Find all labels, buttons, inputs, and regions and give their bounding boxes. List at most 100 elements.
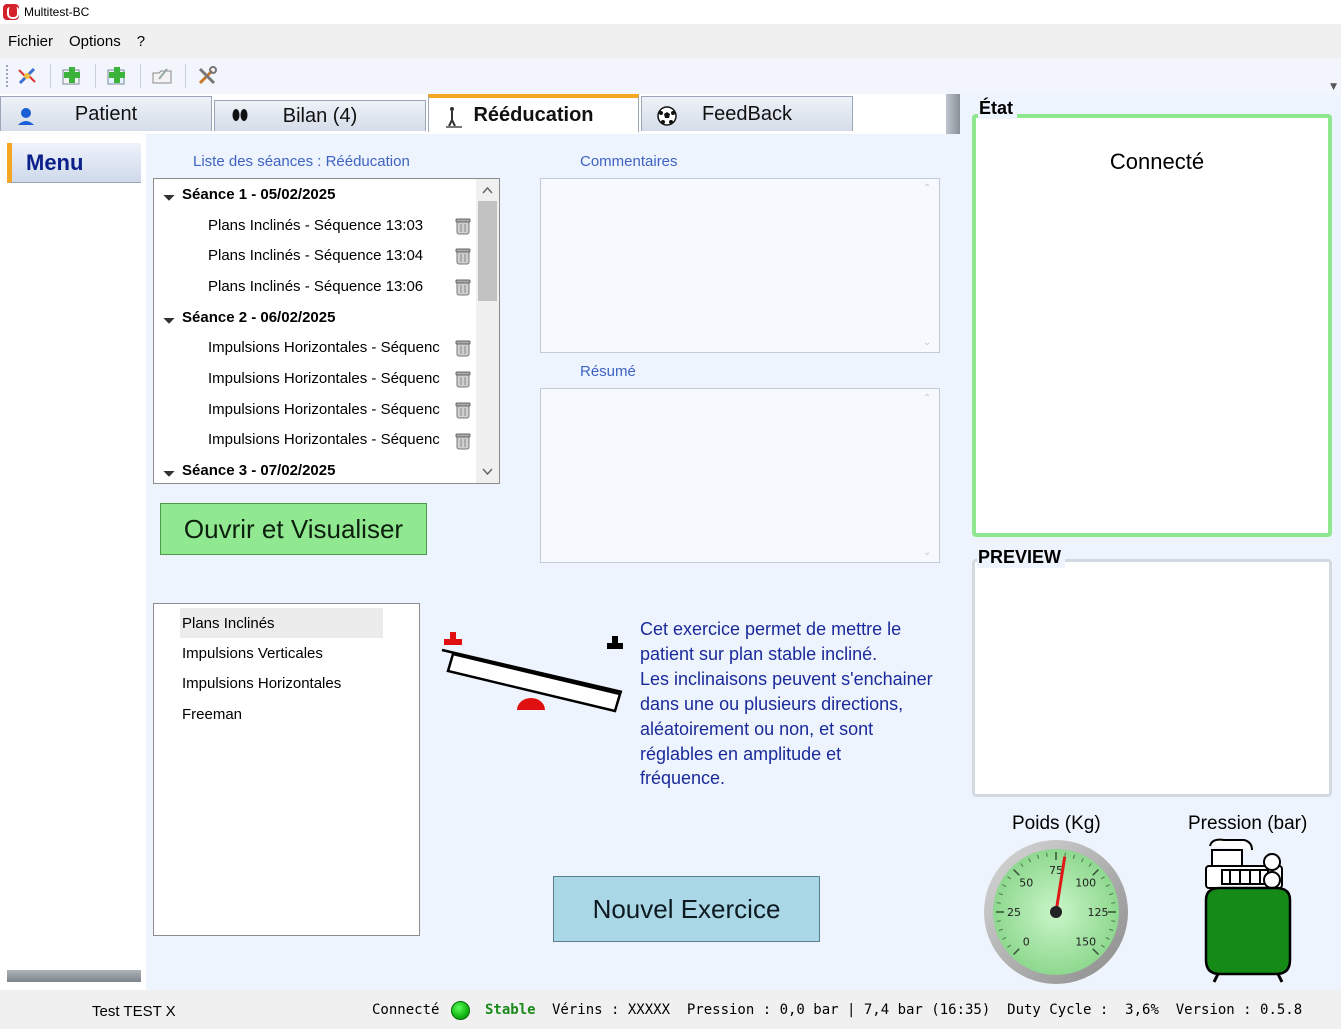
description-line: réglables en amplitude et (640, 743, 842, 764)
description-line: Les inclinaisons peuvent s'enchainer (640, 668, 933, 689)
new-exercise-button[interactable]: Nouvel Exercice (553, 876, 820, 942)
resume-scrollbar[interactable]: ⌃ ⌄ (917, 389, 939, 562)
etat-title: État (978, 98, 1018, 119)
stability-status: Stable (485, 1002, 536, 1018)
open-folder-icon[interactable] (149, 63, 175, 89)
scroll-up-icon: ⌃ (923, 393, 932, 404)
description-line: Cet exercice permet de mettre le (640, 619, 902, 639)
session-list-title: Liste des séances : Rééducation (193, 153, 410, 170)
poids-label: Poids (Kg) (1012, 813, 1101, 834)
status-bar: Test TEST X Connecté Stable Vérins : XXX… (0, 990, 1341, 1029)
description-line: patient sur plan stable incliné. (640, 643, 878, 664)
session-group[interactable]: Séance 1 - 05/02/2025 (154, 179, 475, 210)
session-group[interactable]: Séance 3 - 07/02/2025 (154, 455, 475, 483)
gauge-tick-label: 0 (1023, 936, 1030, 949)
scroll-down-icon[interactable] (482, 466, 493, 477)
menu-options[interactable]: Options (61, 33, 129, 50)
session-sequence-item[interactable]: Plans Inclinés - Séquence 13:03 (154, 210, 475, 241)
exercise-item[interactable]: Impulsions Verticales (154, 638, 419, 668)
window-title: Multitest-BC (24, 5, 90, 19)
toolbar-overflow-icon[interactable]: ▼ (1330, 82, 1337, 92)
session-sequence-item[interactable]: Impulsions Horizontales - Séquenc (154, 394, 475, 425)
gauge-tick-label: 100 (1075, 876, 1096, 889)
trash-icon[interactable] (455, 432, 471, 450)
sequence-label: Plans Inclinés - Séquence 13:06 (208, 277, 424, 295)
comments-textarea[interactable]: ⌃ ⌄ (540, 178, 940, 353)
connection-led-icon (451, 1001, 470, 1020)
tab-patient[interactable]: Patient (0, 96, 212, 131)
session-sequence-item[interactable]: Impulsions Horizontales - Séquenc (154, 363, 475, 394)
session-tree-scrollbar[interactable] (476, 179, 499, 483)
gauge-tick-label: 125 (1088, 906, 1109, 919)
left-menu-column: Menu (0, 134, 146, 990)
toolbar-separator (95, 64, 96, 88)
exercise-item[interactable]: Plans Inclinés (180, 608, 383, 639)
tab-feedback[interactable]: FeedBack (641, 96, 853, 131)
tab-strip: Patient Bilan (4) Rééducation FeedBack (0, 94, 960, 134)
weight-gauge: 0255075100125150 (984, 840, 1128, 984)
sequence-label: Impulsions Horizontales - Séquenc (208, 339, 440, 357)
session-tree[interactable]: Séance 1 - 05/02/2025 Plans Inclinés - Sé… (153, 178, 500, 484)
sequence-label: Impulsions Horizontales - Séquenc (208, 400, 440, 418)
trash-icon[interactable] (455, 339, 471, 357)
comments-scrollbar[interactable]: ⌃ ⌄ (917, 179, 939, 352)
trash-icon[interactable] (455, 370, 471, 388)
session-sequence-item[interactable]: Impulsions Horizontales - Séquenc (154, 332, 475, 363)
session-sequence-item[interactable]: Plans Inclinés - Séquence 13:04 (154, 240, 475, 271)
status-details: Vérins : XXXXX Pression : 0,0 bar | 7,4 … (552, 1002, 1303, 1018)
trash-icon[interactable] (455, 401, 471, 419)
toolbar-separator (50, 64, 51, 88)
menu-bar: Fichier Options ? (0, 24, 1341, 58)
resume-textarea[interactable]: ⌃ ⌄ (540, 388, 940, 563)
tab-bilan[interactable]: Bilan (4) (214, 100, 426, 131)
title-bar: Multitest-BC (0, 0, 1341, 24)
tab-patient-label: Patient (74, 102, 138, 125)
tools-icon[interactable] (194, 63, 220, 89)
scroll-down-icon: ⌄ (923, 547, 932, 558)
add-patient-icon[interactable] (59, 63, 85, 89)
resume-label: Résumé (580, 363, 636, 380)
session-group[interactable]: Séance 2 - 06/02/2025 (154, 302, 475, 333)
exercise-item[interactable]: Freeman (154, 699, 419, 729)
add-session-icon[interactable] (104, 63, 130, 89)
trash-icon[interactable] (455, 278, 471, 296)
scrollbar-thumb[interactable] (478, 201, 497, 301)
menu-fichier[interactable]: Fichier (0, 33, 61, 50)
exercise-list[interactable]: Plans Inclinés Impulsions Verticales Impul… (153, 603, 420, 936)
exercise-item[interactable]: Impulsions Horizontales (154, 669, 419, 699)
current-user[interactable]: Test TEST X (92, 1003, 176, 1020)
session-group-label: Séance 3 - 07/02/2025 (182, 462, 336, 480)
preview-group (972, 559, 1332, 797)
session-group-label: Séance 1 - 05/02/2025 (182, 185, 336, 203)
expand-triangle-icon[interactable] (163, 189, 175, 201)
panel-splitter[interactable] (946, 94, 960, 134)
connection-status: Connecté (1109, 149, 1205, 174)
menu-help[interactable]: ? (129, 33, 153, 50)
sequence-label: Impulsions Horizontales - Séquenc (208, 369, 440, 387)
gauge-tick-label: 50 (1019, 876, 1033, 889)
session-tree-rows: Séance 1 - 05/02/2025 Plans Inclinés - Sé… (154, 179, 475, 483)
gauge-tick-label: 150 (1075, 936, 1096, 949)
right-panel: Connecté État PREVIEW Poids (Kg) Pressio… (960, 94, 1341, 990)
tab-feedback-label: FeedBack (701, 102, 793, 125)
expand-triangle-icon[interactable] (163, 312, 175, 324)
scroll-up-icon[interactable] (482, 185, 493, 196)
exercise-description: Cet exercice permet de mettre le patient … (640, 617, 945, 791)
toolbar-separator (140, 64, 141, 88)
trash-icon[interactable] (455, 247, 471, 265)
session-sequence-item[interactable]: Plans Inclinés - Séquence 13:06 (154, 271, 475, 302)
sequence-label: Impulsions Horizontales - Séquenc (208, 431, 440, 449)
connect-icon[interactable] (14, 63, 40, 89)
scroll-down-icon: ⌄ (923, 337, 932, 348)
expand-triangle-icon[interactable] (163, 465, 175, 477)
session-sequence-item[interactable]: Impulsions Horizontales - Séquenc (154, 425, 475, 456)
tilted-plane-diagram (441, 632, 623, 713)
left-menu-scrollbar[interactable] (7, 970, 141, 982)
description-line: dans une ou plusieurs directions, (640, 693, 904, 714)
trash-icon[interactable] (455, 217, 471, 235)
menu-button[interactable]: Menu (7, 143, 141, 183)
toolbar-grip[interactable] (6, 65, 10, 87)
tab-reeducation[interactable]: Rééducation (428, 94, 639, 132)
open-visualize-button[interactable]: Ouvrir et Visualiser (160, 503, 427, 555)
compressor-icon (1204, 838, 1292, 983)
